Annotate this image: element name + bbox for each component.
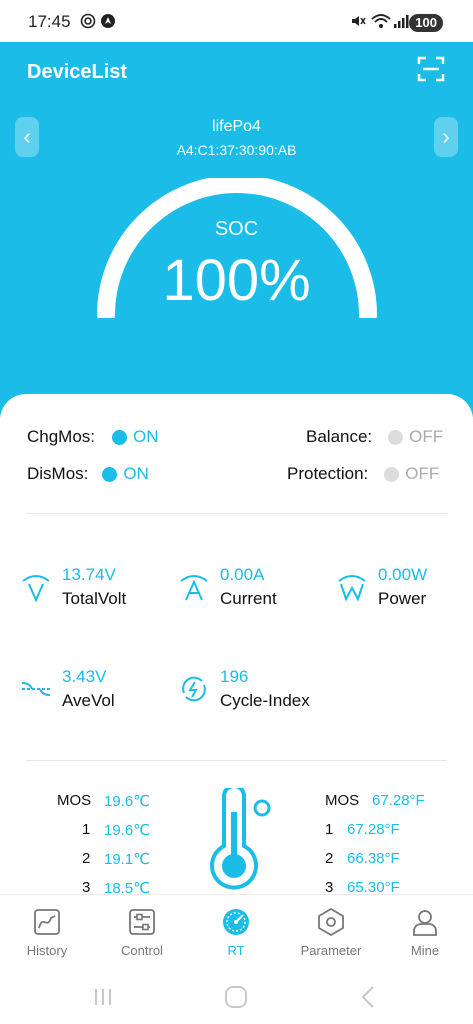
protection-indicator: [384, 466, 400, 482]
temp-f-value-2: 66.38°F: [347, 850, 400, 867]
cycle-index-label: Cycle-Index: [220, 691, 310, 710]
tab-history-label: History: [26, 943, 68, 958]
average-voltage-icon: [21, 682, 51, 696]
cycle-icon: [182, 676, 206, 702]
sliders-icon: [129, 909, 155, 935]
tab-parameter-label: Parameter: [300, 943, 362, 958]
temp-f-label-1: 1: [325, 821, 334, 838]
divider: [26, 513, 447, 514]
tab-history[interactable]: History: [0, 895, 94, 975]
gauge-icon: [223, 909, 249, 935]
system-navigation-bar: [0, 974, 473, 1024]
target-icon: [80, 13, 96, 29]
recent-apps-icon[interactable]: [88, 982, 118, 1012]
temp-f-label-2: 2: [325, 850, 334, 867]
total-volt-label: TotalVolt: [62, 589, 127, 608]
ave-vol-value: 3.43V: [62, 667, 107, 686]
device-mac: A4:C1:37:30:90:AB: [176, 142, 297, 158]
voltage-icon: [22, 575, 50, 603]
protection-label: Protection:: [287, 464, 369, 483]
chart-icon: [34, 909, 60, 935]
bottom-tab-bar: History Control RT Parameter Mine: [0, 894, 473, 975]
dismos-label: DisMos:: [27, 464, 89, 483]
chgmos-indicator: [112, 429, 128, 445]
temp-c-value-2: 19.1℃: [104, 851, 151, 868]
thermometer-icon: [210, 788, 271, 890]
balance-label: Balance:: [306, 427, 373, 446]
current-icon: [180, 575, 208, 601]
protection-value: OFF: [405, 464, 440, 483]
soc-label: SOC: [214, 218, 259, 240]
wifi-icon: [371, 14, 391, 28]
tab-rt-label: RT: [227, 943, 245, 958]
dismos-status: DisMos: ON: [27, 464, 149, 484]
temp-f-value-mos: 67.28°F: [372, 792, 425, 809]
total-volt-value: 13.74V: [62, 565, 116, 584]
dismos-indicator: [102, 466, 118, 482]
divider: [26, 760, 447, 761]
tab-control-label: Control: [121, 943, 163, 958]
current-value: 0.00A: [220, 565, 265, 584]
power-icon: [338, 575, 366, 602]
hexagon-nut-icon: [318, 908, 344, 936]
tab-control[interactable]: Control: [95, 895, 189, 975]
cycle-index-value: 196: [220, 667, 249, 686]
chgmos-status: ChgMos: ON: [27, 427, 159, 447]
power-label: Power: [378, 589, 427, 608]
user-icon: [413, 910, 437, 936]
temp-c-label-1: 1: [82, 821, 91, 838]
realtime-card: ChgMos: ON DisMos: ON Balance: OFF Prote…: [0, 394, 473, 897]
temp-f-value-1: 67.28°F: [347, 821, 400, 838]
current-label: Current: [220, 589, 277, 608]
temp-c-label-2: 2: [82, 850, 91, 867]
temp-c-value-mos: 19.6℃: [104, 793, 151, 810]
home-icon[interactable]: [221, 982, 251, 1012]
balance-value: OFF: [409, 427, 444, 446]
tab-mine-label: Mine: [410, 943, 440, 958]
signal-icon: [394, 15, 409, 28]
status-bar: 17:45 100: [0, 0, 473, 42]
device-list-title[interactable]: DeviceList: [27, 61, 127, 84]
balance-status: Balance: OFF: [306, 427, 443, 447]
protection-status: Protection: OFF: [287, 464, 439, 484]
balance-indicator: [388, 429, 404, 445]
device-name: lifePo4: [212, 118, 261, 135]
scan-icon[interactable]: [417, 55, 445, 83]
temp-f-label-mos: MOS: [325, 792, 360, 809]
temp-c-label-mos: MOS: [57, 792, 92, 809]
soc-value: 100%: [162, 248, 311, 313]
tab-parameter[interactable]: Parameter: [284, 895, 378, 975]
battery-icon: 100: [409, 14, 443, 32]
chgmos-value: ON: [133, 427, 159, 446]
status-time: 17:45: [28, 12, 71, 31]
device-hero: DeviceList ‹ › lifePo4 A4:C1:37:30:90:AB…: [0, 42, 473, 417]
chgmos-label: ChgMos:: [27, 427, 96, 446]
tab-rt[interactable]: RT: [189, 895, 283, 975]
mute-icon: [352, 16, 366, 26]
dismos-value: ON: [123, 464, 149, 483]
navigation-icon: [101, 14, 115, 28]
power-value: 0.00W: [378, 565, 428, 584]
tab-mine[interactable]: Mine: [378, 895, 472, 975]
temp-c-value-1: 19.6℃: [104, 822, 151, 839]
back-icon[interactable]: [353, 982, 383, 1012]
ave-vol-label: AveVol: [62, 691, 115, 710]
